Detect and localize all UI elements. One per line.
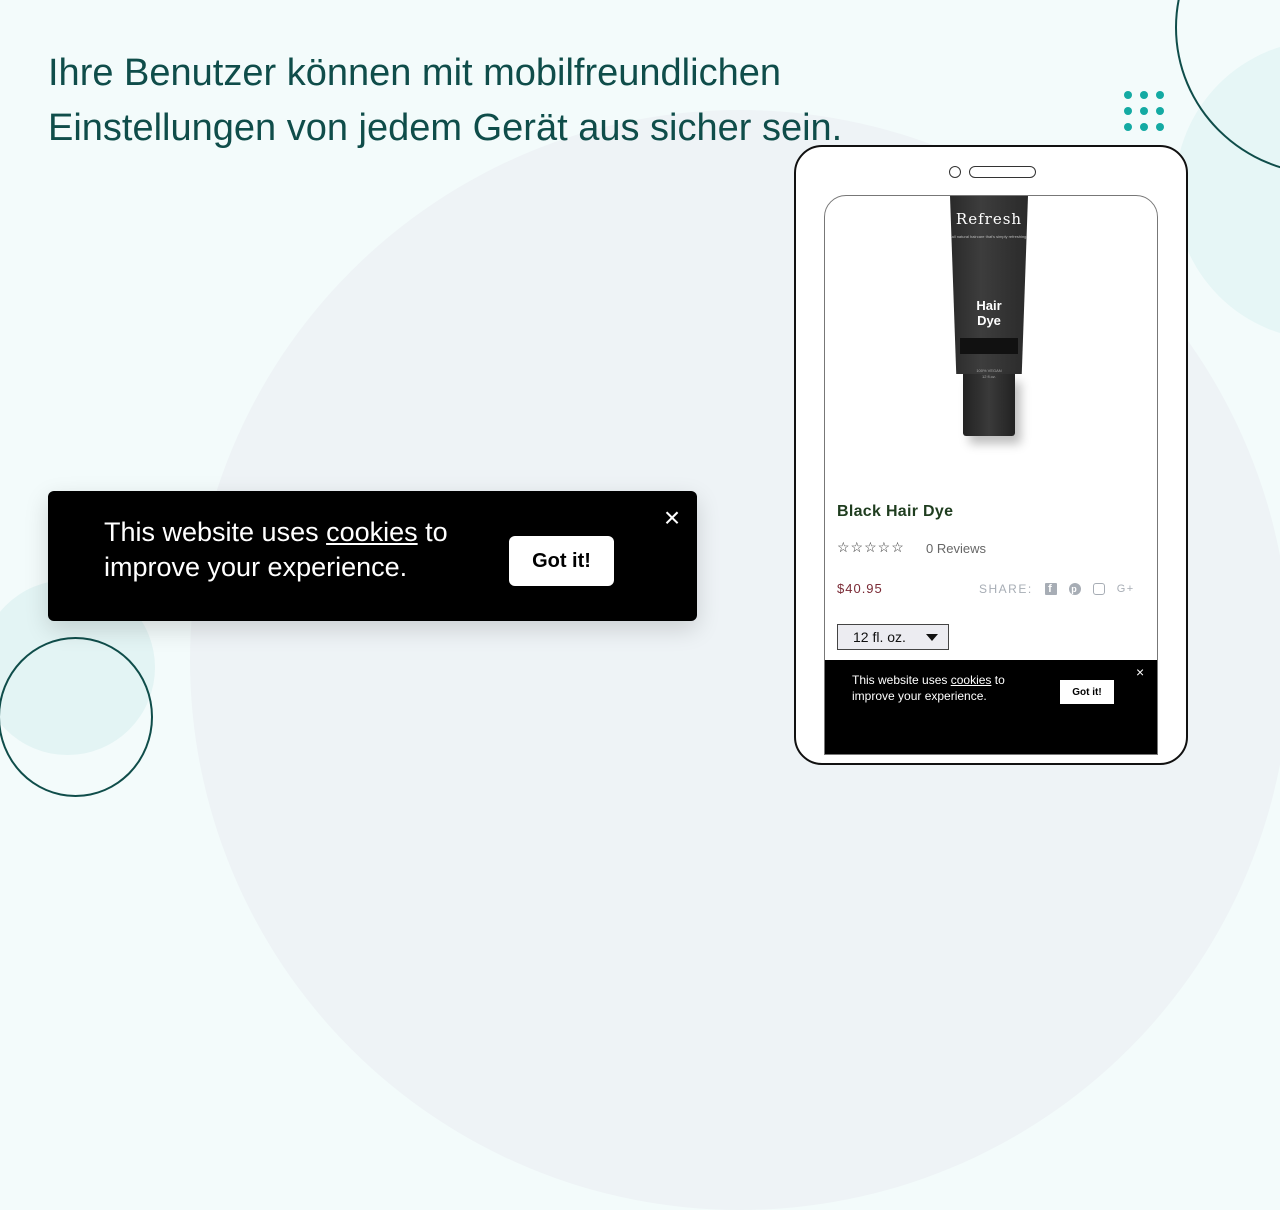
cookie-text: This website uses: [852, 673, 951, 687]
mobile-cookie-banner: This website uses cookies to improve you…: [825, 660, 1157, 754]
google-plus-icon[interactable]: G+: [1117, 583, 1133, 595]
product-label-info: 100% VEGAN 12 fl.oz.: [976, 368, 1002, 379]
phone-screen: Refresh all natural haircare that's simp…: [824, 195, 1158, 755]
got-it-button[interactable]: Got it!: [1060, 680, 1114, 704]
product-title: Black Hair Dye: [837, 503, 954, 520]
close-icon[interactable]: ×: [1136, 664, 1144, 680]
pinterest-icon[interactable]: p: [1068, 583, 1081, 595]
close-icon[interactable]: ×: [659, 504, 685, 532]
cookies-link[interactable]: cookies: [326, 517, 418, 547]
share-label: SHARE:: [979, 582, 1033, 596]
decorative-dot-grid: [1124, 91, 1164, 131]
product-price: $40.95: [837, 581, 883, 596]
reviews-link[interactable]: 0 Reviews: [926, 541, 986, 556]
camera-icon: [949, 166, 961, 178]
product-label-name: Hair Dye: [976, 298, 1002, 328]
product-brand: Refresh: [955, 210, 1023, 228]
decorative-circle-outline: [0, 637, 153, 797]
caret-down-icon: [926, 633, 938, 641]
facebook-icon[interactable]: f: [1044, 583, 1057, 595]
cookie-banner: This website uses cookies to improve you…: [48, 491, 697, 621]
instagram-icon[interactable]: [1092, 583, 1105, 595]
product-image: Refresh all natural haircare that's simp…: [950, 196, 1028, 436]
cookie-message: This website uses cookies to improve you…: [104, 515, 484, 585]
size-select-value: 12 fl. oz.: [853, 629, 906, 645]
speaker-icon: [969, 166, 1036, 178]
cookie-message: This website uses cookies to improve you…: [852, 672, 1042, 704]
share-bar: SHARE: f p G+: [979, 582, 1133, 596]
got-it-button[interactable]: Got it!: [509, 536, 614, 586]
headline: Ihre Benutzer können mit mobilfreundlich…: [48, 52, 843, 149]
star-rating[interactable]: ☆☆☆☆☆: [837, 539, 905, 556]
product-tagline: all natural haircare that's simply refre…: [951, 234, 1027, 239]
cookie-text: This website uses: [104, 517, 327, 547]
size-select[interactable]: 12 fl. oz.: [837, 624, 949, 650]
cookies-link[interactable]: cookies: [951, 673, 992, 687]
